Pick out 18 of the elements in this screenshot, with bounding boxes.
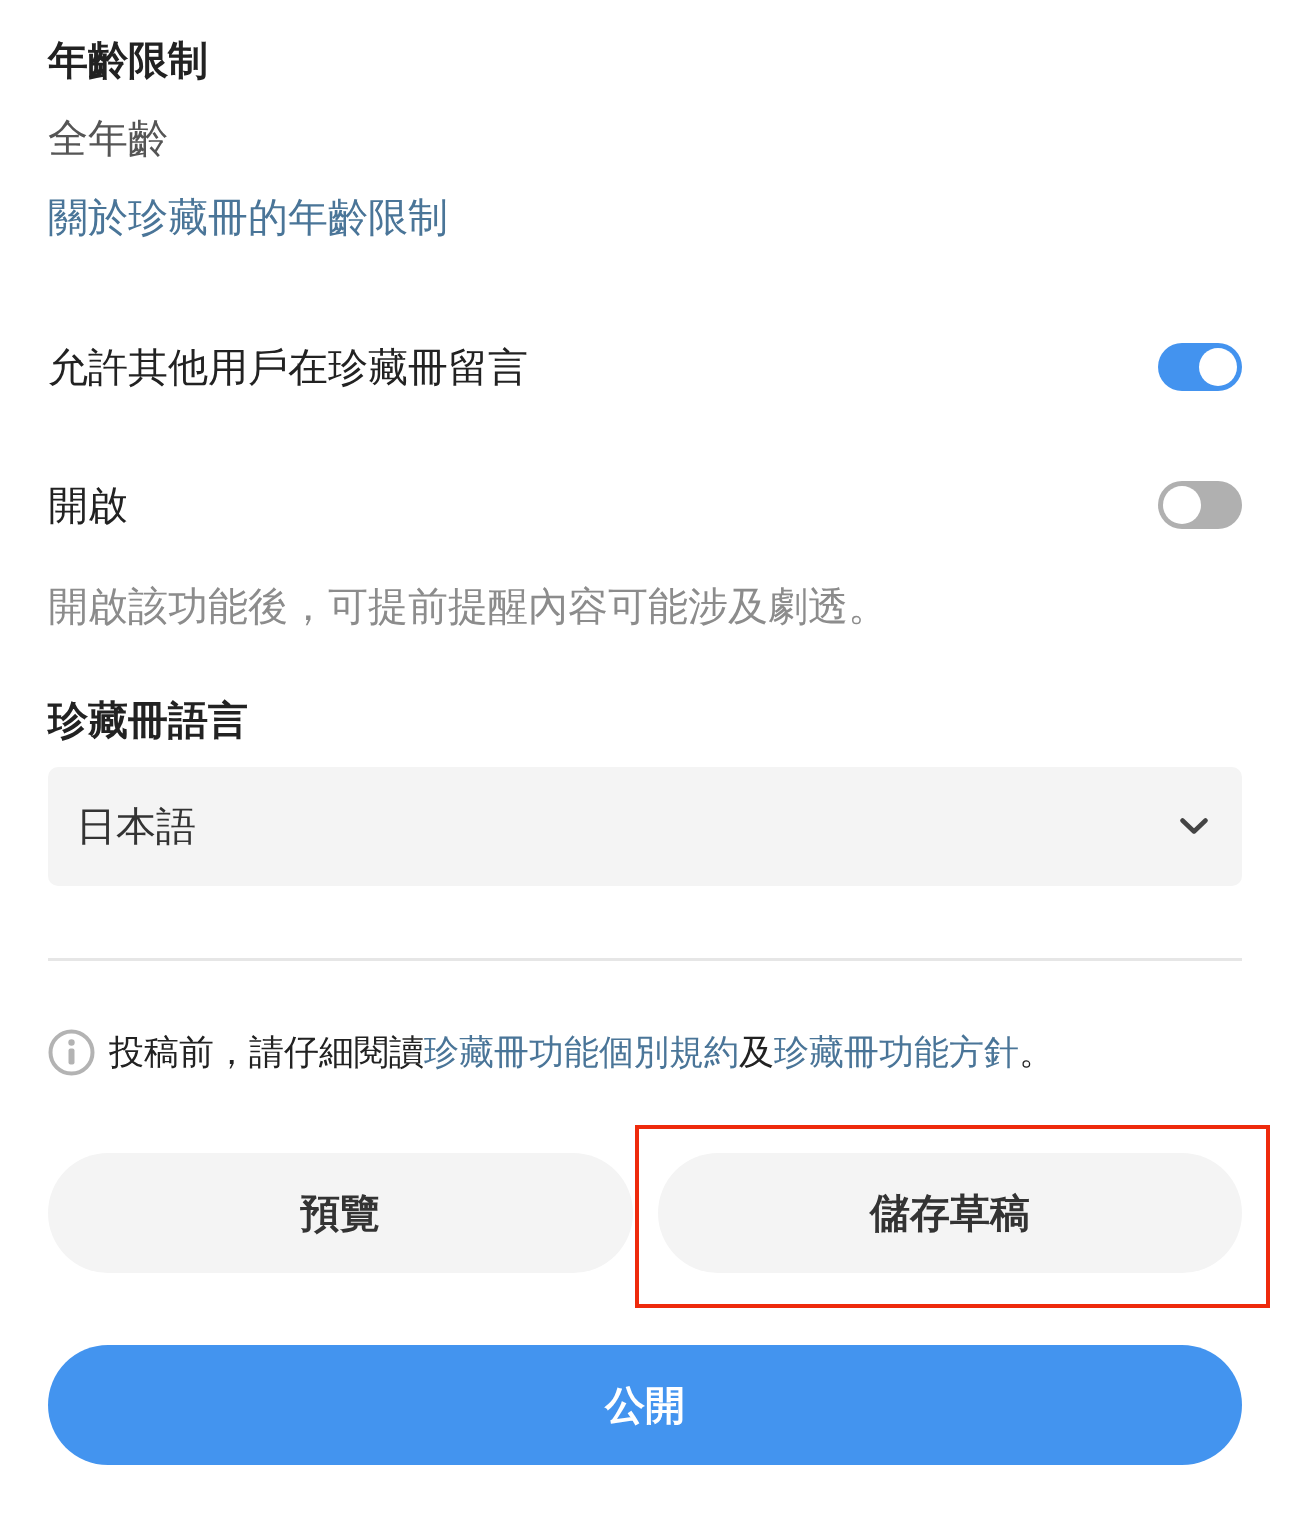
setting-label: 開啟 — [48, 481, 128, 530]
save-draft-button[interactable]: 儲存草稿 — [657, 1153, 1242, 1273]
publish-button[interactable]: 公開 — [48, 1345, 1242, 1465]
toggle-switch[interactable] — [1158, 481, 1242, 529]
chevron-down-icon — [1180, 818, 1208, 835]
age-rating-value: 全年齡 — [48, 114, 169, 163]
notice-text: 投稿前，請仔細閱讀珍藏冊功能個別規約及珍藏冊功能方針。 — [109, 1031, 1054, 1074]
info-icon — [48, 1028, 95, 1076]
setting-label: 允許其他用戶在珍藏冊留言 — [48, 343, 528, 392]
policy-link[interactable]: 珍藏冊功能個別規約 — [424, 1032, 739, 1072]
age-rating-link[interactable]: 關於珍藏冊的年齡限制 — [48, 187, 448, 247]
preview-button[interactable]: 預覽 — [48, 1153, 633, 1273]
section-heading: 年齡限制 — [48, 36, 209, 85]
section-heading: 珍藏冊語言 — [48, 696, 249, 745]
policy-link[interactable]: 珍藏冊功能方針 — [774, 1032, 1019, 1072]
toggle-switch[interactable] — [1158, 343, 1242, 391]
language-select[interactable]: 日本語 — [48, 767, 1242, 886]
setting-hint: 開啟該功能後，可提前提醒內容可能涉及劇透。 — [48, 582, 889, 631]
